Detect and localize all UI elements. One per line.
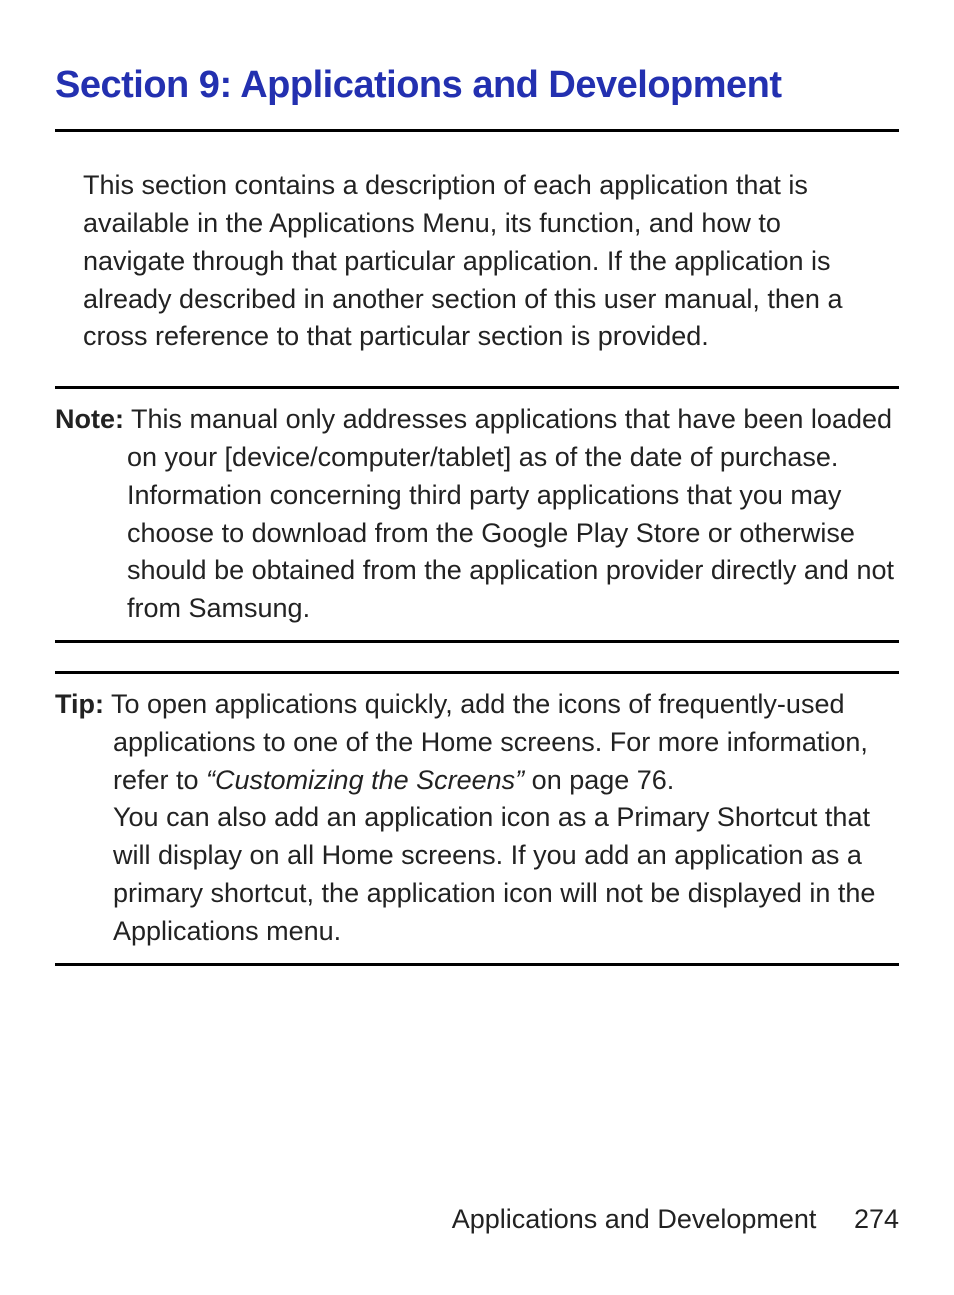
- note-body: This manual only addresses applications …: [127, 404, 894, 623]
- tip-cross-reference: “Customizing the Screens”: [206, 765, 524, 795]
- note-top-rule: [55, 386, 899, 389]
- page-number: 274: [854, 1204, 899, 1235]
- page-footer: Applications and Development 274: [452, 1204, 899, 1235]
- note-label: Note:: [55, 404, 124, 434]
- tip-body-3: You can also add an application icon as …: [113, 799, 894, 950]
- tip-top-rule: [55, 671, 899, 674]
- title-divider: [55, 129, 899, 132]
- note-bottom-rule: [55, 640, 899, 643]
- footer-section-name: Applications and Development: [452, 1204, 817, 1234]
- section-title: Section 9: Applications and Development: [55, 60, 899, 111]
- tip-body-2: on page 76.: [524, 765, 674, 795]
- tip-label: Tip:: [55, 689, 104, 719]
- tip-callout: Tip: To open applications quickly, add t…: [55, 686, 894, 951]
- note-callout: Note: This manual only addresses applica…: [55, 401, 894, 628]
- tip-bottom-rule: [55, 963, 899, 966]
- intro-paragraph: This section contains a description of e…: [83, 167, 889, 356]
